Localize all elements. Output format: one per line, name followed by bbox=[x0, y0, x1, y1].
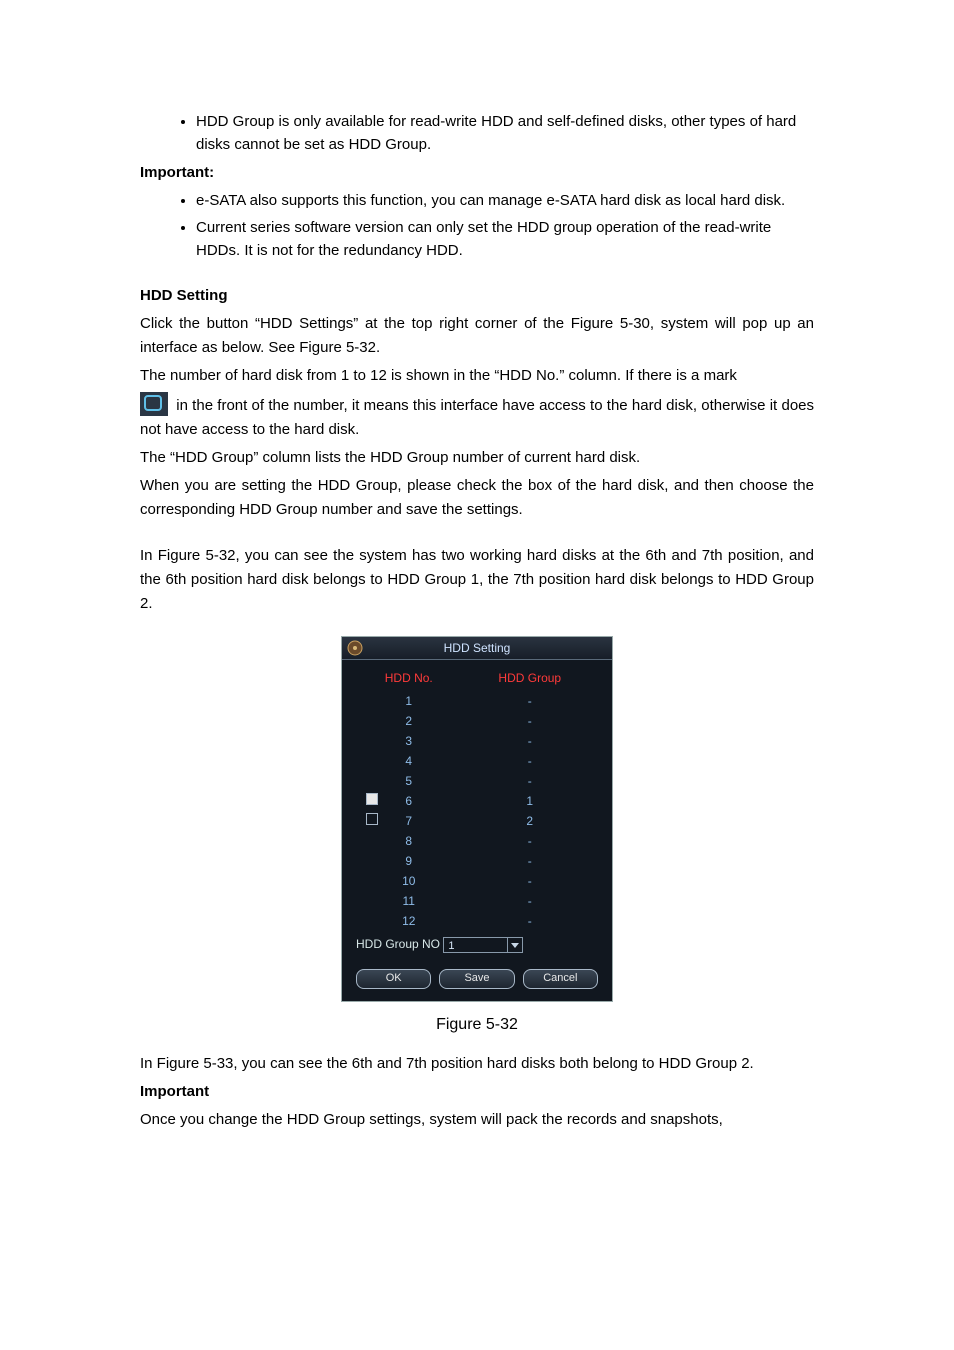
hdd-no-value: 1 bbox=[405, 694, 412, 708]
hdd-no-cell: 11 bbox=[356, 891, 462, 911]
hdd-group-no-select[interactable]: 1 bbox=[443, 937, 523, 953]
hdd-group-cell: - bbox=[462, 771, 598, 791]
list-item: HDD Group is only available for read-wri… bbox=[196, 110, 814, 157]
dialog-body: HDD No. HDD Group 1-2-3-4-5-61728-9-10-1… bbox=[342, 660, 612, 1001]
hdd-group-cell: 1 bbox=[462, 791, 598, 811]
figure-caption: Figure 5-32 bbox=[140, 1016, 814, 1034]
hdd-no-cell: 5 bbox=[356, 771, 462, 791]
hdd-group-cell: - bbox=[462, 731, 598, 751]
table-row: 2- bbox=[356, 711, 598, 731]
hdd-no-cell: 8 bbox=[356, 831, 462, 851]
hdd-no-cell: 1 bbox=[356, 691, 462, 711]
hdd-group-cell: - bbox=[462, 691, 598, 711]
table-row: 8- bbox=[356, 831, 598, 851]
checkbox-mark-icon bbox=[140, 392, 168, 416]
paragraph: The number of hard disk from 1 to 12 is … bbox=[140, 364, 814, 388]
top-bullet-list: HDD Group is only available for read-wri… bbox=[140, 110, 814, 157]
table-row: 10 - bbox=[356, 871, 598, 891]
hdd-checkbox[interactable] bbox=[366, 813, 378, 825]
hdd-no-value: 6 bbox=[405, 794, 412, 808]
hdd-group-cell: - bbox=[462, 871, 598, 891]
hdd-no-value: 9 bbox=[405, 854, 412, 868]
hdd-group-cell: - bbox=[462, 851, 598, 871]
document-page: HDD Group is only available for read-wri… bbox=[0, 0, 954, 1196]
hdd-no-cell: 4 bbox=[356, 751, 462, 771]
ok-button[interactable]: OK bbox=[356, 969, 431, 989]
select-value: 1 bbox=[448, 940, 454, 952]
table-row: 12 - bbox=[356, 911, 598, 931]
table-row: 11 - bbox=[356, 891, 598, 911]
hdd-no-cell: 2 bbox=[356, 711, 462, 731]
hdd-no-value: 10 bbox=[402, 874, 415, 888]
column-header-hdd-group: HDD Group bbox=[462, 670, 598, 691]
hdd-setting-heading: HDD Setting bbox=[140, 284, 814, 308]
column-header-hdd-no: HDD No. bbox=[356, 670, 462, 691]
list-item-text: Current series software version can only… bbox=[196, 219, 771, 259]
table-row: 3- bbox=[356, 731, 598, 751]
hdd-no-cell: 3 bbox=[356, 731, 462, 751]
hdd-no-value: 11 bbox=[403, 894, 415, 908]
paragraph: The “HDD Group” column lists the HDD Gro… bbox=[140, 446, 814, 470]
table-row: 61 bbox=[356, 791, 598, 811]
hdd-no-value: 3 bbox=[405, 734, 412, 748]
disk-icon bbox=[346, 639, 364, 657]
hdd-group-no-row: HDD Group NO 1 bbox=[356, 937, 598, 953]
hdd-no-value: 12 bbox=[402, 914, 415, 928]
hdd-group-no-label: HDD Group NO bbox=[356, 937, 440, 951]
list-item-text: HDD Group is only available for read-wri… bbox=[196, 113, 796, 153]
table-row: 5- bbox=[356, 771, 598, 791]
hdd-no-value: 5 bbox=[405, 774, 412, 788]
hdd-group-cell: - bbox=[462, 911, 598, 931]
important-heading-2: Important bbox=[140, 1080, 814, 1104]
hdd-checkbox[interactable] bbox=[366, 793, 378, 805]
paragraph: In Figure 5-32, you can see the system h… bbox=[140, 544, 814, 616]
paragraph: In Figure 5-33, you can see the 6th and … bbox=[140, 1052, 814, 1076]
hdd-no-value: 4 bbox=[405, 754, 412, 768]
hdd-group-cell: - bbox=[462, 711, 598, 731]
paragraph: When you are setting the HDD Group, plea… bbox=[140, 474, 814, 522]
hdd-no-value: 7 bbox=[405, 814, 412, 828]
hdd-no-cell: 6 bbox=[356, 791, 462, 811]
hdd-group-cell: 2 bbox=[462, 811, 598, 831]
table-row: 1- bbox=[356, 691, 598, 711]
hdd-no-value: 2 bbox=[405, 714, 412, 728]
hdd-group-cell: - bbox=[462, 891, 598, 911]
dialog-title-text: HDD Setting bbox=[444, 641, 511, 655]
dialog-buttons: OK Save Cancel bbox=[356, 969, 598, 989]
cancel-button[interactable]: Cancel bbox=[523, 969, 598, 989]
list-item: e-SATA also supports this function, you … bbox=[196, 189, 814, 212]
hdd-no-cell: 12 bbox=[356, 911, 462, 931]
table-row: 72 bbox=[356, 811, 598, 831]
table-row: 9- bbox=[356, 851, 598, 871]
paragraph-with-icon: in the front of the number, it means thi… bbox=[140, 392, 814, 442]
paragraph: Once you change the HDD Group settings, … bbox=[140, 1108, 814, 1132]
list-item: Current series software version can only… bbox=[196, 216, 814, 263]
important-heading: Important: bbox=[140, 161, 814, 185]
hdd-group-cell: - bbox=[462, 751, 598, 771]
hdd-table: HDD No. HDD Group 1-2-3-4-5-61728-9-10-1… bbox=[356, 670, 598, 931]
hdd-group-cell: - bbox=[462, 831, 598, 851]
chevron-down-icon bbox=[507, 938, 522, 952]
paragraph-text: in the front of the number, it means thi… bbox=[140, 397, 814, 438]
hdd-no-cell: 10 bbox=[356, 871, 462, 891]
important-bullet-list: e-SATA also supports this function, you … bbox=[140, 189, 814, 263]
hdd-no-cell: 9 bbox=[356, 851, 462, 871]
dialog-titlebar: HDD Setting bbox=[342, 637, 612, 660]
list-item-text: e-SATA also supports this function, you … bbox=[196, 192, 785, 209]
hdd-setting-dialog: HDD Setting HDD No. HDD Group 1-2-3-4-5-… bbox=[341, 636, 613, 1002]
table-row: 4- bbox=[356, 751, 598, 771]
paragraph: Click the button “HDD Settings” at the t… bbox=[140, 312, 814, 360]
hdd-no-value: 8 bbox=[405, 834, 412, 848]
hdd-no-cell: 7 bbox=[356, 811, 462, 831]
save-button[interactable]: Save bbox=[439, 969, 514, 989]
